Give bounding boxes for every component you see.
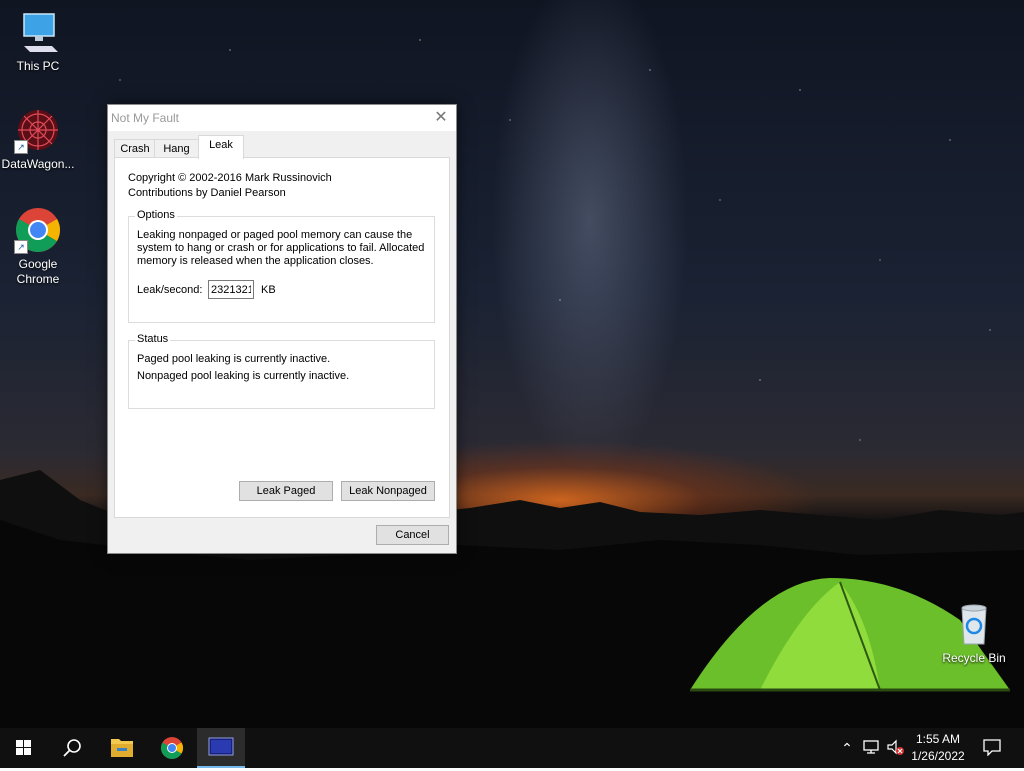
tab-hang[interactable]: Hang: [154, 139, 199, 158]
options-group-label: Options: [135, 209, 177, 221]
leak-tab-panel: Copyright © 2002-2016 Mark Russinovich C…: [114, 157, 450, 518]
status-group-label: Status: [135, 333, 171, 345]
dialog-titlebar[interactable]: Not My Fault ✕: [108, 105, 456, 131]
chrome-icon: [161, 737, 183, 759]
windows-start-icon: [16, 740, 31, 755]
desktop-icon-label: DataWagon...: [1, 157, 75, 171]
nonpaged-status-text: Nonpaged pool leaking is currently inact…: [137, 370, 350, 382]
leak-paged-button[interactable]: Leak Paged: [239, 481, 333, 501]
clock-time: 1:55 AM: [915, 732, 961, 746]
tab-leak[interactable]: Leak: [198, 135, 244, 159]
clock-date: 1/26/2022: [911, 749, 965, 763]
shortcut-arrow-icon: ↗: [14, 240, 28, 254]
this-pc-icon: [14, 8, 62, 56]
network-icon[interactable]: [861, 738, 881, 758]
file-explorer-icon: [111, 739, 133, 757]
leak-per-second-label: Leak/second:: [137, 284, 203, 296]
leak-unit-label: KB: [261, 284, 276, 296]
desktop-icon-label: Recycle Bin: [942, 651, 1006, 665]
taskbar-file-explorer[interactable]: [98, 728, 146, 768]
contributions-text: Contributions by Daniel Pearson: [128, 187, 286, 199]
notmyfault-dialog: Not My Fault ✕ Crash Hang Leak Copyright…: [107, 104, 457, 554]
status-group: Status Paged pool leaking is currently i…: [128, 333, 435, 409]
desktop-icon-recycle-bin[interactable]: Recycle Bin: [936, 600, 1012, 666]
copyright-text: Copyright © 2002-2016 Mark Russinovich: [128, 172, 332, 184]
search-icon: [63, 739, 81, 757]
shortcut-arrow-icon: ↗: [14, 140, 28, 154]
start-button[interactable]: [0, 728, 48, 768]
desktop-icon-label: Google Chrome: [16, 257, 60, 286]
desktop-icon-datawagon[interactable]: ↗ DataWagon...: [0, 106, 76, 172]
dialog-title: Not My Fault: [111, 111, 180, 125]
taskbar-notmyfault[interactable]: [197, 728, 245, 768]
cancel-button[interactable]: Cancel: [376, 525, 449, 545]
desktop-icon-this-pc[interactable]: This PC: [0, 8, 76, 74]
close-icon[interactable]: ✕: [426, 105, 456, 131]
show-hidden-icons-icon[interactable]: ⌃: [838, 738, 856, 758]
leak-nonpaged-button[interactable]: Leak Nonpaged: [341, 481, 435, 501]
taskbar-chrome[interactable]: [148, 728, 196, 768]
notmyfault-app-icon: [208, 737, 234, 756]
desktop-icon-label: This PC: [16, 59, 60, 73]
options-group: Options Leaking nonpaged or paged pool m…: [128, 209, 435, 323]
desktop-icon-google-chrome[interactable]: ↗ Google Chrome: [0, 206, 76, 287]
taskbar-clock[interactable]: 1:55 AM 1/26/2022: [900, 731, 976, 765]
paged-status-text: Paged pool leaking is currently inactive…: [137, 353, 331, 365]
action-center-icon[interactable]: [980, 738, 1004, 758]
taskbar: ⌃ 1:55 AM 1/26/2022: [0, 728, 1024, 768]
chrome-icon: ↗: [14, 206, 62, 254]
recycle-bin-icon: [950, 600, 998, 648]
search-button[interactable]: [48, 728, 96, 768]
leak-per-second-input[interactable]: [208, 280, 254, 299]
datawagon-icon: ↗: [14, 106, 62, 154]
tab-crash[interactable]: Crash: [114, 139, 156, 158]
options-description: Leaking nonpaged or paged pool memory ca…: [137, 229, 425, 267]
